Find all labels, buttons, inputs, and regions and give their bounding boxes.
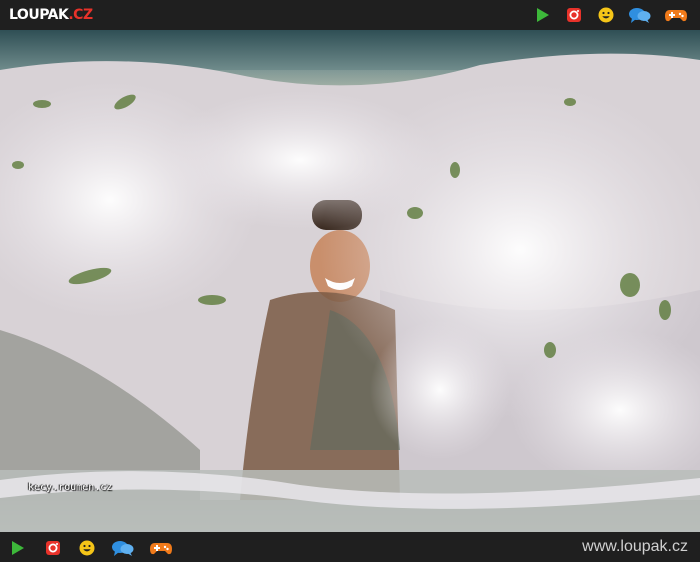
instagram-icon[interactable] <box>43 538 63 558</box>
smiley-icon[interactable] <box>596 5 616 25</box>
play-icon[interactable] <box>532 5 552 25</box>
site-logo[interactable]: LOUPAK.CZ <box>9 5 93 25</box>
photo-watermark: kecy.roumen.cz <box>28 482 113 493</box>
top-bar: LOUPAK.CZ <box>0 0 700 30</box>
chat-icon[interactable] <box>111 538 135 558</box>
smiley-icon[interactable] <box>77 538 97 558</box>
wave-photo-illustration <box>0 30 700 532</box>
site-url[interactable]: www.loupak.cz <box>582 538 688 556</box>
top-icon-row <box>532 5 688 25</box>
instagram-icon[interactable] <box>564 5 584 25</box>
main-photo: kecy.roumen.cz <box>0 30 700 532</box>
logo-main: LOUPAK <box>9 7 69 23</box>
play-icon[interactable] <box>9 538 29 558</box>
bottom-bar: www.loupak.cz <box>0 532 700 562</box>
logo-suffix: .CZ <box>68 7 93 23</box>
bottom-icon-row <box>9 538 173 558</box>
gamepad-icon[interactable] <box>664 5 688 25</box>
gamepad-icon[interactable] <box>149 538 173 558</box>
chat-icon[interactable] <box>628 5 652 25</box>
